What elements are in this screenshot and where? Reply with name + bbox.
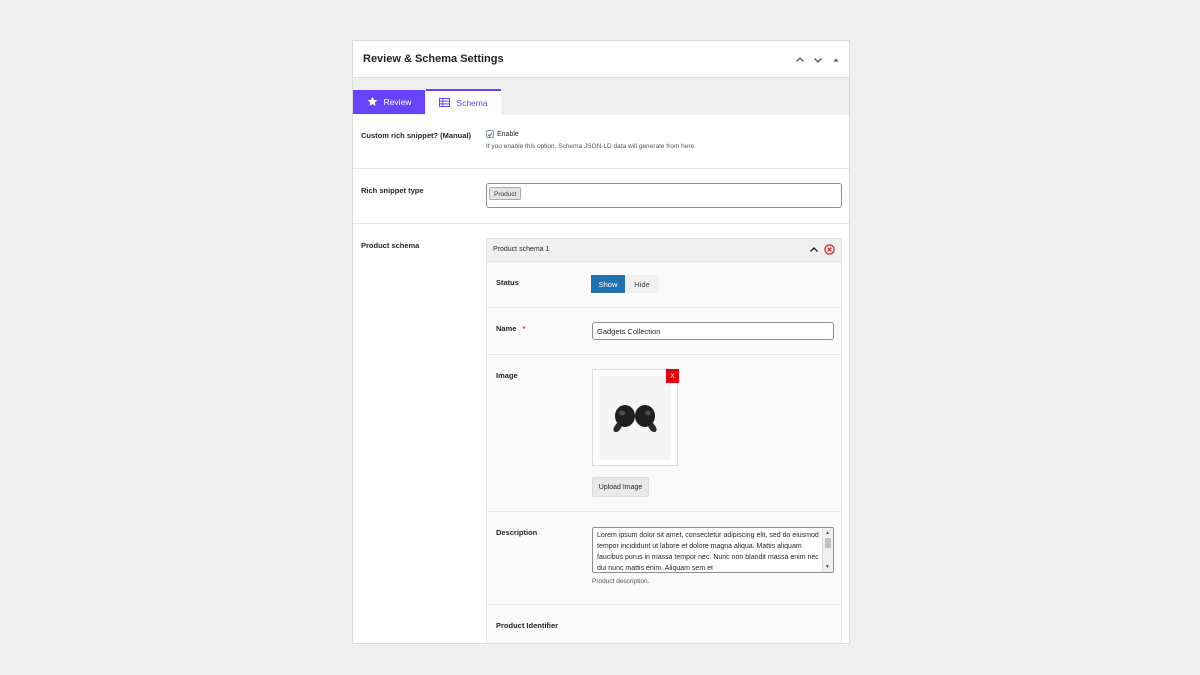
tab-schema-label: Schema [456, 98, 488, 108]
description-label: Description [496, 528, 538, 537]
panel-title: Review & Schema Settings [363, 53, 504, 65]
image-row: Image X Upload Image [487, 355, 841, 512]
description-help: Product description. [592, 578, 650, 585]
status-toggle: Show Hide [591, 275, 659, 293]
earbuds-image [599, 376, 671, 460]
snippet-type-select[interactable]: Product [486, 183, 842, 208]
status-hide-button[interactable]: Hide [625, 275, 659, 293]
chevron-up-icon[interactable] [793, 53, 807, 67]
description-textarea[interactable]: Lorem ipsum dolor sit amet, consectetur … [592, 527, 834, 573]
status-show-button[interactable]: Show [591, 275, 625, 293]
scroll-up-icon[interactable]: ▲ [825, 530, 830, 536]
settings-panel: Review & Schema Settings Review Schema C… [352, 40, 850, 644]
product-schema-box: Product schema 1 Status Show Hide Name *… [486, 238, 842, 643]
name-label-text: Name [496, 324, 517, 333]
enable-checkbox-wrap[interactable]: Enable [486, 130, 519, 138]
identifier-label: Product Identifier [496, 621, 559, 630]
star-icon [367, 96, 378, 109]
description-text: Lorem ipsum dolor sit amet, consectetur … [597, 532, 819, 572]
schema-item-header[interactable]: Product schema 1 [487, 239, 841, 262]
upload-image-button[interactable]: Upload Image [592, 477, 649, 497]
name-row: Name * [487, 308, 841, 355]
product-schema-row: Product schema Product schema 1 Status S… [353, 224, 849, 643]
tab-review[interactable]: Review [353, 90, 425, 114]
panel-header: Review & Schema Settings [353, 41, 849, 78]
custom-snippet-label: Custom rich snippet? (Manual) [361, 131, 472, 140]
remove-schema-icon[interactable] [824, 244, 835, 257]
status-row: Status Show Hide [487, 262, 841, 308]
scroll-down-icon[interactable]: ▼ [825, 564, 830, 570]
caret-up-icon[interactable] [829, 53, 843, 67]
enable-checkbox-label: Enable [497, 130, 519, 138]
panel-controls [793, 41, 843, 78]
name-input[interactable] [592, 322, 834, 340]
tabs-bar: Review Schema [353, 78, 849, 115]
image-label: Image [496, 371, 518, 380]
table-icon [439, 97, 451, 109]
settings-body: Custom rich snippet? (Manual) Enable If … [353, 115, 849, 643]
description-row: Description Lorem ipsum dolor sit amet, … [487, 512, 841, 605]
tab-review-label: Review [383, 97, 412, 107]
snippet-type-row: Rich snippet type Product [353, 169, 849, 224]
enable-checkbox[interactable] [486, 130, 494, 138]
custom-snippet-help: If you enable this option, Schema JSON-L… [486, 143, 696, 150]
scroll-thumb[interactable] [825, 538, 831, 548]
name-label: Name * [496, 324, 525, 333]
image-preview: X [592, 369, 679, 466]
tab-schema[interactable]: Schema [426, 89, 501, 115]
status-label: Status [496, 278, 519, 287]
collapse-icon[interactable] [809, 245, 819, 257]
selected-type-chip[interactable]: Product [489, 187, 522, 200]
chevron-down-icon[interactable] [811, 53, 825, 67]
product-schema-label: Product schema [361, 241, 420, 250]
custom-snippet-row: Custom rich snippet? (Manual) Enable If … [353, 115, 849, 169]
description-scrollbar[interactable]: ▲ ▼ [822, 528, 833, 572]
required-marker: * [522, 324, 526, 333]
remove-image-button[interactable]: X [666, 369, 679, 383]
schema-item-title: Product schema 1 [493, 246, 550, 253]
snippet-type-label: Rich snippet type [361, 186, 424, 195]
identifier-row: Product Identifier [487, 605, 841, 643]
